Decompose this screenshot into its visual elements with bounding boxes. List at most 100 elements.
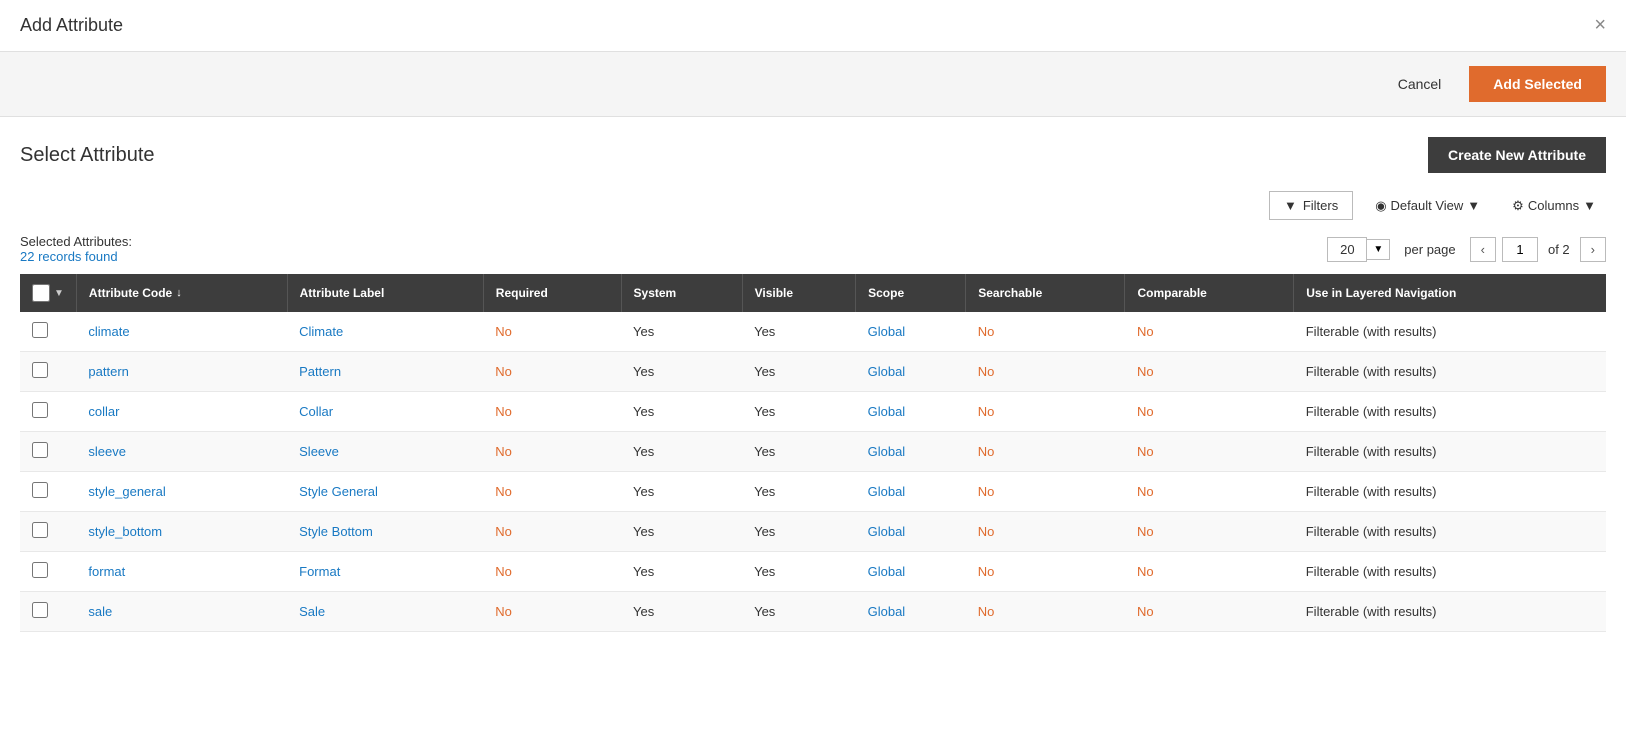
- next-page-button[interactable]: ›: [1580, 237, 1606, 262]
- td-searchable: No: [966, 512, 1125, 552]
- th-system: System: [621, 274, 742, 312]
- td-label: Format: [287, 552, 483, 592]
- td-system: Yes: [621, 512, 742, 552]
- td-checkbox: [20, 512, 76, 552]
- prev-page-button[interactable]: ‹: [1470, 237, 1496, 262]
- td-visible: Yes: [742, 392, 856, 432]
- chevron-down-icon-2: ▼: [1583, 198, 1596, 213]
- attributes-table-wrapper: ▼ Attribute Code ↓ Attribute Label Requi…: [0, 274, 1626, 632]
- td-system: Yes: [621, 392, 742, 432]
- td-required: No: [483, 312, 621, 352]
- per-page-label: per page: [1404, 242, 1455, 257]
- td-searchable: No: [966, 312, 1125, 352]
- filters-button[interactable]: ▼ Filters: [1269, 191, 1353, 220]
- th-scope: Scope: [856, 274, 966, 312]
- row-checkbox[interactable]: [32, 602, 48, 618]
- cancel-button[interactable]: Cancel: [1382, 68, 1458, 100]
- td-scope: Global: [856, 472, 966, 512]
- row-checkbox[interactable]: [32, 482, 48, 498]
- info-row: Selected Attributes: 22 records found 20…: [0, 228, 1626, 274]
- row-checkbox[interactable]: [32, 522, 48, 538]
- td-scope: Global: [856, 392, 966, 432]
- toolbar-row: ▼ Filters ◉ Default View ▼ ⚙ Columns ▼: [0, 183, 1626, 228]
- th-attribute-code: Attribute Code ↓: [76, 274, 287, 312]
- td-label: Style General: [287, 472, 483, 512]
- td-comparable: No: [1125, 352, 1294, 392]
- filters-label: Filters: [1303, 198, 1338, 213]
- td-checkbox: [20, 312, 76, 352]
- section-title: Select Attribute: [20, 144, 155, 167]
- td-comparable: No: [1125, 552, 1294, 592]
- add-selected-button[interactable]: Add Selected: [1469, 66, 1606, 102]
- td-comparable: No: [1125, 432, 1294, 472]
- table-row: style_generalStyle GeneralNoYesYesGlobal…: [20, 472, 1606, 512]
- td-searchable: No: [966, 392, 1125, 432]
- td-navigation: Filterable (with results): [1294, 392, 1606, 432]
- td-label: Sleeve: [287, 432, 483, 472]
- td-checkbox: [20, 392, 76, 432]
- td-comparable: No: [1125, 312, 1294, 352]
- gear-icon: ⚙: [1512, 198, 1524, 214]
- td-navigation: Filterable (with results): [1294, 352, 1606, 392]
- per-page-value: 20: [1327, 237, 1367, 262]
- sort-icon[interactable]: ↓: [176, 287, 182, 299]
- td-visible: Yes: [742, 352, 856, 392]
- td-code: sleeve: [76, 432, 287, 472]
- table-row: sleeveSleeveNoYesYesGlobalNoNoFilterable…: [20, 432, 1606, 472]
- current-page-input[interactable]: [1502, 237, 1538, 262]
- td-scope: Global: [856, 552, 966, 592]
- columns-button[interactable]: ⚙ Columns ▼: [1502, 192, 1606, 220]
- td-system: Yes: [621, 312, 742, 352]
- td-code: collar: [76, 392, 287, 432]
- td-scope: Global: [856, 592, 966, 632]
- td-code: climate: [76, 312, 287, 352]
- td-scope: Global: [856, 312, 966, 352]
- td-code: style_general: [76, 472, 287, 512]
- checkbox-dropdown-icon[interactable]: ▼: [54, 288, 64, 299]
- td-label: Style Bottom: [287, 512, 483, 552]
- td-scope: Global: [856, 512, 966, 552]
- table-row: collarCollarNoYesYesGlobalNoNoFilterable…: [20, 392, 1606, 432]
- row-checkbox[interactable]: [32, 442, 48, 458]
- td-comparable: No: [1125, 392, 1294, 432]
- td-navigation: Filterable (with results): [1294, 432, 1606, 472]
- td-scope: Global: [856, 432, 966, 472]
- th-navigation: Use in Layered Navigation: [1294, 274, 1606, 312]
- per-page-dropdown-button[interactable]: ▼: [1367, 239, 1390, 260]
- td-scope: Global: [856, 352, 966, 392]
- td-comparable: No: [1125, 512, 1294, 552]
- td-searchable: No: [966, 472, 1125, 512]
- row-checkbox[interactable]: [32, 562, 48, 578]
- td-comparable: No: [1125, 592, 1294, 632]
- td-navigation: Filterable (with results): [1294, 592, 1606, 632]
- default-view-button[interactable]: ◉ Default View ▼: [1365, 192, 1490, 220]
- td-visible: Yes: [742, 552, 856, 592]
- td-navigation: Filterable (with results): [1294, 472, 1606, 512]
- td-visible: Yes: [742, 592, 856, 632]
- selected-label: Selected Attributes:: [20, 234, 132, 249]
- row-checkbox[interactable]: [32, 402, 48, 418]
- td-checkbox: [20, 352, 76, 392]
- close-button[interactable]: ×: [1594, 14, 1606, 37]
- td-label: Climate: [287, 312, 483, 352]
- row-checkbox[interactable]: [32, 362, 48, 378]
- td-required: No: [483, 392, 621, 432]
- create-new-attribute-button[interactable]: Create New Attribute: [1428, 137, 1606, 173]
- td-checkbox: [20, 552, 76, 592]
- per-page-select: 20 ▼: [1327, 237, 1390, 262]
- td-searchable: No: [966, 592, 1125, 632]
- td-navigation: Filterable (with results): [1294, 552, 1606, 592]
- modal-title-bar: Add Attribute ×: [0, 0, 1626, 52]
- view-label: Default View: [1391, 198, 1464, 213]
- td-visible: Yes: [742, 472, 856, 512]
- td-required: No: [483, 472, 621, 512]
- th-attribute-label: Attribute Label: [287, 274, 483, 312]
- row-checkbox[interactable]: [32, 322, 48, 338]
- table-row: style_bottomStyle BottomNoYesYesGlobalNo…: [20, 512, 1606, 552]
- attributes-table: ▼ Attribute Code ↓ Attribute Label Requi…: [20, 274, 1606, 632]
- td-code: style_bottom: [76, 512, 287, 552]
- td-checkbox: [20, 592, 76, 632]
- td-code: pattern: [76, 352, 287, 392]
- records-count: 22 records found: [20, 249, 118, 264]
- select-all-checkbox[interactable]: [32, 284, 50, 302]
